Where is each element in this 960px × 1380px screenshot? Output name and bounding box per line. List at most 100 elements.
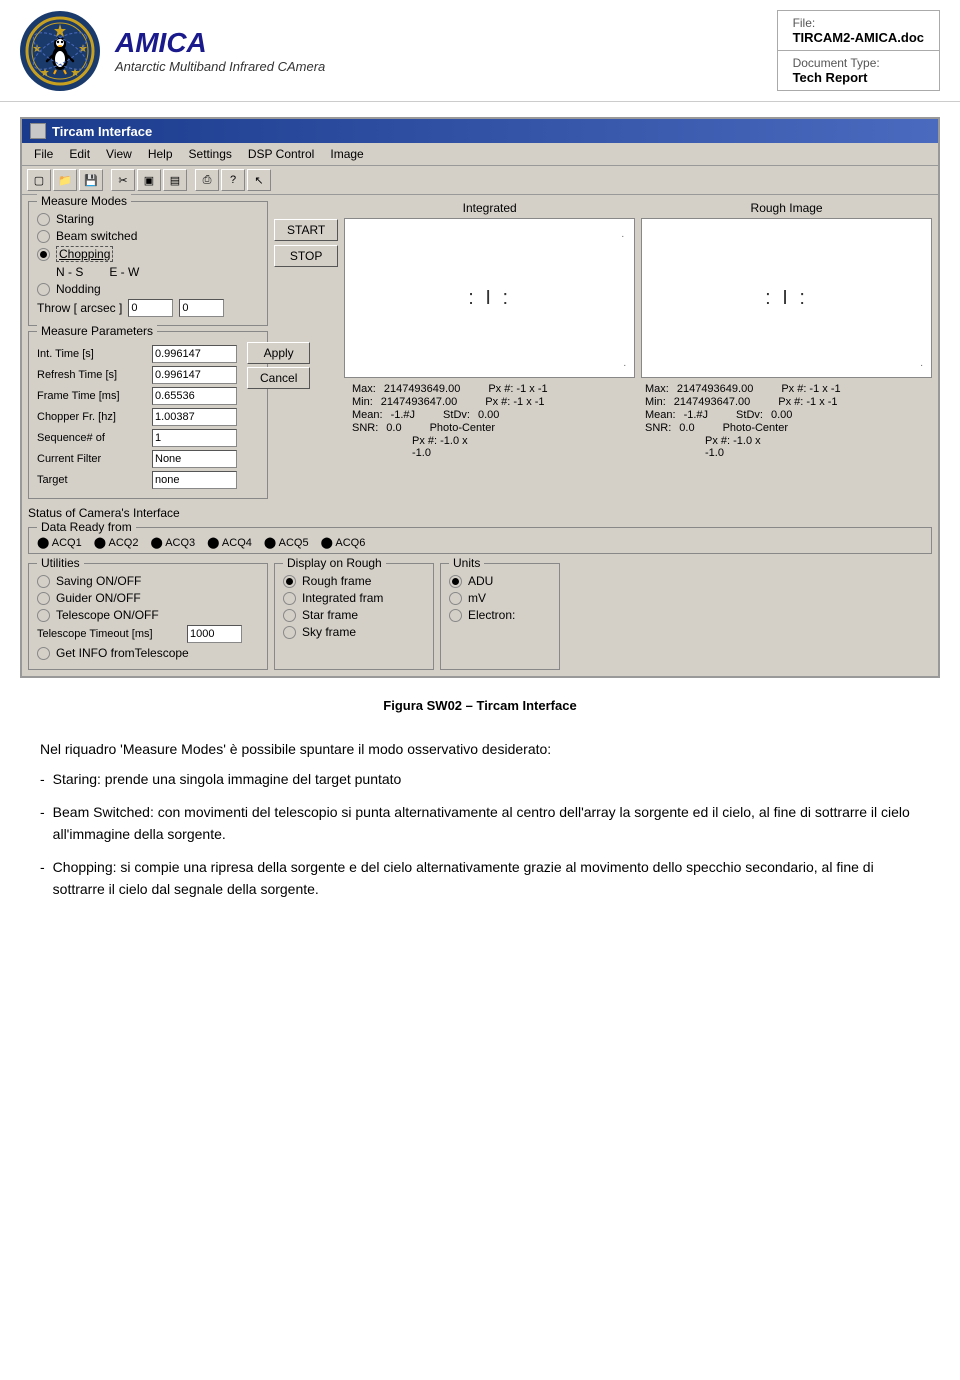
bullet-staring-text: Staring: prende una singola immagine del… — [53, 768, 402, 790]
param-filter-input[interactable] — [152, 450, 237, 468]
param-target-input[interactable] — [152, 471, 237, 489]
rough-label: Rough Image — [641, 201, 932, 215]
figure-caption: Figura SW02 – Tircam Interface — [20, 698, 940, 713]
telescope-radio[interactable] — [37, 609, 50, 622]
tircam-window: Tircam Interface File Edit View Help Set… — [20, 117, 940, 678]
param-sequence-label: Sequence# of — [37, 432, 152, 444]
rough-photocenter-val2: -1.0 — [705, 447, 932, 459]
getinfo-radio[interactable] — [37, 647, 50, 660]
radio-chopping-input[interactable] — [37, 248, 50, 261]
saving-row[interactable]: Saving ON/OFF — [37, 574, 259, 588]
mv-row[interactable]: mV — [449, 591, 551, 605]
adu-radio[interactable] — [449, 575, 462, 588]
param-chopper: Chopper Fr. [hz] — [37, 408, 237, 426]
menu-dsp[interactable]: DSP Control — [240, 145, 322, 163]
radio-beam-input[interactable] — [37, 230, 50, 243]
radio-nodding-input[interactable] — [37, 283, 50, 296]
status-row: Status of Camera's Interface — [28, 504, 932, 522]
rough-frame-row[interactable]: Rough frame — [283, 574, 425, 588]
mv-label: mV — [468, 591, 486, 605]
throw-ew-input[interactable] — [179, 299, 224, 317]
status-label: Status of Camera's Interface — [28, 506, 180, 520]
getinfo-row[interactable]: Get INFO fromTelescope — [37, 646, 259, 660]
integrated-label: Integrated — [344, 201, 635, 215]
nodding-ew: E - W — [109, 265, 139, 279]
rough-dot: . — [920, 358, 923, 369]
integrated-dot: . — [621, 229, 624, 240]
rough-min-row: Min: 2147493647.00 Px #: -1 x -1 — [645, 396, 932, 408]
param-target-label: Target — [37, 474, 152, 486]
tircam-menubar[interactable]: File Edit View Help Settings DSP Control… — [22, 143, 938, 166]
radio-chopping[interactable]: Chopping — [37, 246, 259, 262]
radio-beam[interactable]: Beam switched — [37, 229, 259, 243]
radio-staring-label: Staring — [56, 212, 94, 226]
toolbar-print[interactable]: ⎙ — [195, 169, 219, 191]
throw-ns-input[interactable] — [128, 299, 173, 317]
electron-row[interactable]: Electron: — [449, 608, 551, 622]
stop-button[interactable]: STOP — [274, 245, 338, 267]
toolbar-copy[interactable]: ▣ — [137, 169, 161, 191]
file-info: File: TIRCAM2-AMICA.doc Document Type: T… — [777, 10, 940, 91]
integrated-frame-label: Integrated fram — [302, 591, 383, 605]
adu-label: ADU — [468, 574, 493, 588]
toolbar-open[interactable]: 📁 — [53, 169, 77, 191]
menu-file[interactable]: File — [26, 145, 61, 163]
guider-row[interactable]: Guider ON/OFF — [37, 591, 259, 605]
telescope-row[interactable]: Telescope ON/OFF — [37, 608, 259, 622]
star-frame-radio[interactable] — [283, 609, 296, 622]
integrated-frame-radio[interactable] — [283, 592, 296, 605]
guider-radio[interactable] — [37, 592, 50, 605]
param-filter: Current Filter — [37, 450, 237, 468]
sky-frame-radio[interactable] — [283, 626, 296, 639]
bullet-beam-text: Beam Switched: con movimenti del telesco… — [53, 801, 920, 846]
file-value: TIRCAM2-AMICA.doc — [793, 30, 924, 45]
menu-view[interactable]: View — [98, 145, 140, 163]
param-frame-input[interactable] — [152, 387, 237, 405]
radio-staring[interactable]: Staring — [37, 212, 259, 226]
menu-image[interactable]: Image — [322, 145, 371, 163]
param-sequence-input[interactable] — [152, 429, 237, 447]
utilities-group: Utilities Saving ON/OFF Guider ON/OFF — [28, 563, 268, 670]
toolbar-save[interactable]: 💾 — [79, 169, 103, 191]
param-refresh-input[interactable] — [152, 366, 237, 384]
integrated-dot2: . — [623, 358, 626, 369]
toolbar-paste[interactable]: ▤ — [163, 169, 187, 191]
param-chopper-label: Chopper Fr. [hz] — [37, 411, 152, 423]
rough-frame-radio[interactable] — [283, 575, 296, 588]
param-chopper-input[interactable] — [152, 408, 237, 426]
acq4: ⬤ ACQ4 — [207, 536, 252, 549]
menu-settings[interactable]: Settings — [181, 145, 240, 163]
int-min-row: Min: 2147493647.00 Px #: -1 x -1 — [352, 396, 639, 408]
int-mean-label: Mean: — [352, 409, 383, 421]
menu-help[interactable]: Help — [140, 145, 181, 163]
toolbar-cut[interactable]: ✂ — [111, 169, 135, 191]
radio-nodding[interactable]: Nodding — [37, 282, 259, 296]
radio-staring-input[interactable] — [37, 213, 50, 226]
toolbar-arrow[interactable]: ↖ — [247, 169, 271, 191]
electron-label: Electron: — [468, 608, 515, 622]
start-button[interactable]: START — [274, 219, 338, 241]
electron-radio[interactable] — [449, 609, 462, 622]
menu-edit[interactable]: Edit — [61, 145, 98, 163]
saving-radio[interactable] — [37, 575, 50, 588]
toolbar-new[interactable]: ▢ — [27, 169, 51, 191]
sky-frame-row[interactable]: Sky frame — [283, 625, 425, 639]
rough-snr-value: 0.0 — [679, 422, 694, 434]
cancel-button[interactable]: Cancel — [247, 367, 310, 389]
star-frame-row[interactable]: Star frame — [283, 608, 425, 622]
integrated-frame-row[interactable]: Integrated fram — [283, 591, 425, 605]
int-snr-value: 0.0 — [386, 422, 401, 434]
window-icon — [30, 123, 46, 139]
toolbar-help[interactable]: ? — [221, 169, 245, 191]
timeout-input[interactable] — [187, 625, 242, 643]
rough-snr-label: SNR: — [645, 422, 671, 434]
data-ready-items: ⬤ ACQ1 ⬤ ACQ2 ⬤ ACQ3 ⬤ ACQ4 ⬤ ACQ5 ⬤ ACQ… — [37, 536, 923, 549]
app-title: AMICA — [115, 27, 325, 59]
adu-row[interactable]: ADU — [449, 574, 551, 588]
param-int-time-input[interactable] — [152, 345, 237, 363]
apply-button[interactable]: Apply — [247, 342, 310, 364]
guider-label: Guider ON/OFF — [56, 591, 141, 605]
acq1: ⬤ ACQ1 — [37, 536, 82, 549]
mv-radio[interactable] — [449, 592, 462, 605]
params-fields: Int. Time [s] Refresh Time [s] Frame Tim… — [37, 342, 237, 492]
